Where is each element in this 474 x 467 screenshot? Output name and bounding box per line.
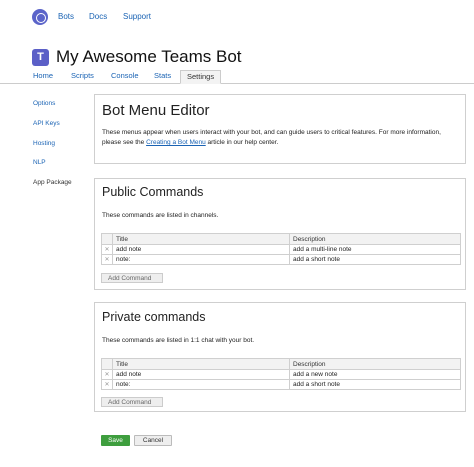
command-title-cell[interactable]: add note <box>112 369 290 380</box>
tab-settings[interactable]: Settings <box>180 70 222 84</box>
public-commands-description: These commands are listed in channels. <box>102 212 219 219</box>
remove-icon[interactable]: ✕ <box>101 379 113 390</box>
remove-icon[interactable]: ✕ <box>101 254 113 265</box>
command-description-cell[interactable]: add a multi-line note <box>289 244 461 255</box>
page-title: My Awesome Teams Bot <box>56 47 242 66</box>
nav-link-docs[interactable]: Docs <box>89 12 107 21</box>
logo-icon[interactable] <box>32 9 48 25</box>
table-header-row: Title Description <box>101 358 461 370</box>
add-private-command-button[interactable]: Add Command <box>101 397 163 407</box>
public-commands-table: Title Description ✕ add note add a multi… <box>101 233 461 265</box>
public-commands-title: Public Commands <box>102 185 204 199</box>
public-commands-card: Public Commands These commands are liste… <box>94 178 466 290</box>
command-title-cell[interactable]: add note <box>112 244 290 255</box>
private-commands-description: These commands are listed in 1:1 chat wi… <box>102 337 255 344</box>
table-row: ✕ add note add a new note <box>101 369 461 380</box>
private-commands-title: Private commands <box>102 310 206 324</box>
editor-description: These menus appear when users interact w… <box>102 129 441 146</box>
tab-home[interactable]: Home <box>27 70 59 84</box>
private-commands-table: Title Description ✕ add note add a new n… <box>101 358 461 390</box>
tab-scripts[interactable]: Scripts <box>65 70 100 84</box>
sidebar-item-hosting[interactable]: Hosting <box>33 140 55 147</box>
sidebar-item-app-package[interactable]: App Package <box>33 179 72 186</box>
sidebar-item-api-keys[interactable]: API Keys <box>33 120 60 127</box>
private-commands-card: Private commands These commands are list… <box>94 302 466 412</box>
remove-icon[interactable]: ✕ <box>101 369 113 380</box>
tab-bar: Home Scripts Console Stats Settings <box>0 68 474 84</box>
column-header-title: Title <box>112 358 290 370</box>
command-title-cell[interactable]: note: <box>112 379 290 390</box>
table-row: ✕ add note add a multi-line note <box>101 244 461 255</box>
tab-stats[interactable]: Stats <box>148 70 177 84</box>
nav-link-support[interactable]: Support <box>123 12 151 21</box>
command-description-cell[interactable]: add a short note <box>289 379 461 390</box>
table-row: ✕ note: add a short note <box>101 254 461 265</box>
editor-title: Bot Menu Editor <box>102 102 210 119</box>
sidebar-item-nlp[interactable]: NLP <box>33 159 46 166</box>
command-description-cell[interactable]: add a short note <box>289 254 461 265</box>
creating-bot-menu-link[interactable]: Creating a Bot Menu <box>146 139 206 146</box>
cancel-button[interactable]: Cancel <box>134 435 172 446</box>
column-header-description: Description <box>289 358 461 370</box>
page-header: T My Awesome Teams Bot <box>32 44 242 70</box>
command-description-cell[interactable]: add a new note <box>289 369 461 380</box>
nav-link-bots[interactable]: Bots <box>58 12 74 21</box>
column-header-title: Title <box>112 233 290 245</box>
top-navigation: Bots Docs Support <box>0 0 474 34</box>
table-header-row: Title Description <box>101 233 461 245</box>
column-header-description: Description <box>289 233 461 245</box>
tab-console[interactable]: Console <box>105 70 145 84</box>
command-title-cell[interactable]: note: <box>112 254 290 265</box>
add-public-command-button[interactable]: Add Command <box>101 273 163 283</box>
table-row: ✕ note: add a short note <box>101 379 461 390</box>
save-button[interactable]: Save <box>101 435 130 446</box>
sidebar-item-options[interactable]: Options <box>33 100 55 107</box>
remove-icon[interactable]: ✕ <box>101 244 113 255</box>
teams-icon: T <box>32 48 49 66</box>
bot-menu-editor-card: Bot Menu Editor These menus appear when … <box>94 94 466 164</box>
